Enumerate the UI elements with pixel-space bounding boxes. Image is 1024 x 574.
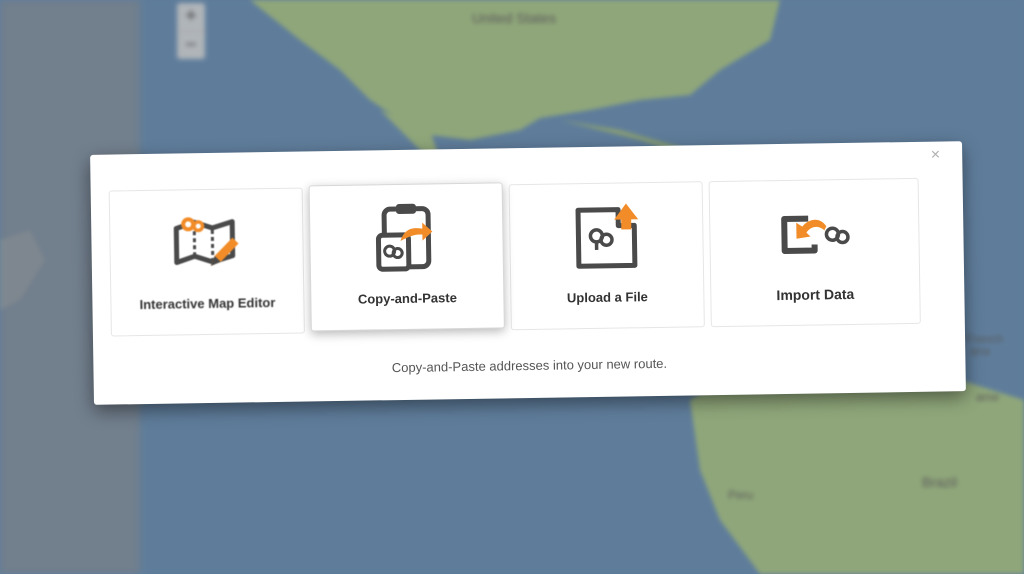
zoom-control: + − (177, 3, 205, 59)
file-upload-icon (575, 203, 639, 269)
option-upload-file[interactable]: Upload a File (508, 181, 705, 331)
close-button[interactable]: × (931, 146, 941, 166)
zoom-out-button[interactable]: − (177, 31, 205, 60)
clipboard-arrow-icon (375, 203, 433, 272)
option-label: Copy-and-Paste (357, 290, 457, 307)
new-route-modal: × Interactive Map Editor Copy-and-Paste … (90, 141, 966, 405)
map-pins-pencil-icon (173, 217, 239, 266)
screen: United States Brazil Peru French ana ame… (0, 0, 1024, 574)
option-copy-and-paste[interactable]: Copy-and-Paste (308, 182, 505, 332)
option-label: Interactive Map Editor (139, 294, 276, 313)
option-import-data[interactable]: Import Data (708, 177, 921, 328)
option-cards: Interactive Map Editor Copy-and-Paste Up… (108, 177, 921, 337)
map-label-brazil: Brazil (922, 474, 958, 490)
option-label: Import Data (776, 285, 855, 304)
zoom-in-button[interactable]: + (177, 3, 205, 31)
option-label: Upload a File (566, 289, 648, 306)
map-label-partial: ame (976, 390, 1000, 404)
option-description: Copy-and-Paste addresses into your new r… (391, 355, 668, 376)
map-label-us: United States (472, 10, 557, 26)
map-label-peru: Peru (728, 488, 754, 502)
option-interactive-map-editor[interactable]: Interactive Map Editor (108, 187, 305, 337)
import-data-icon (781, 215, 850, 254)
map-label-guiana: ana (970, 344, 991, 358)
